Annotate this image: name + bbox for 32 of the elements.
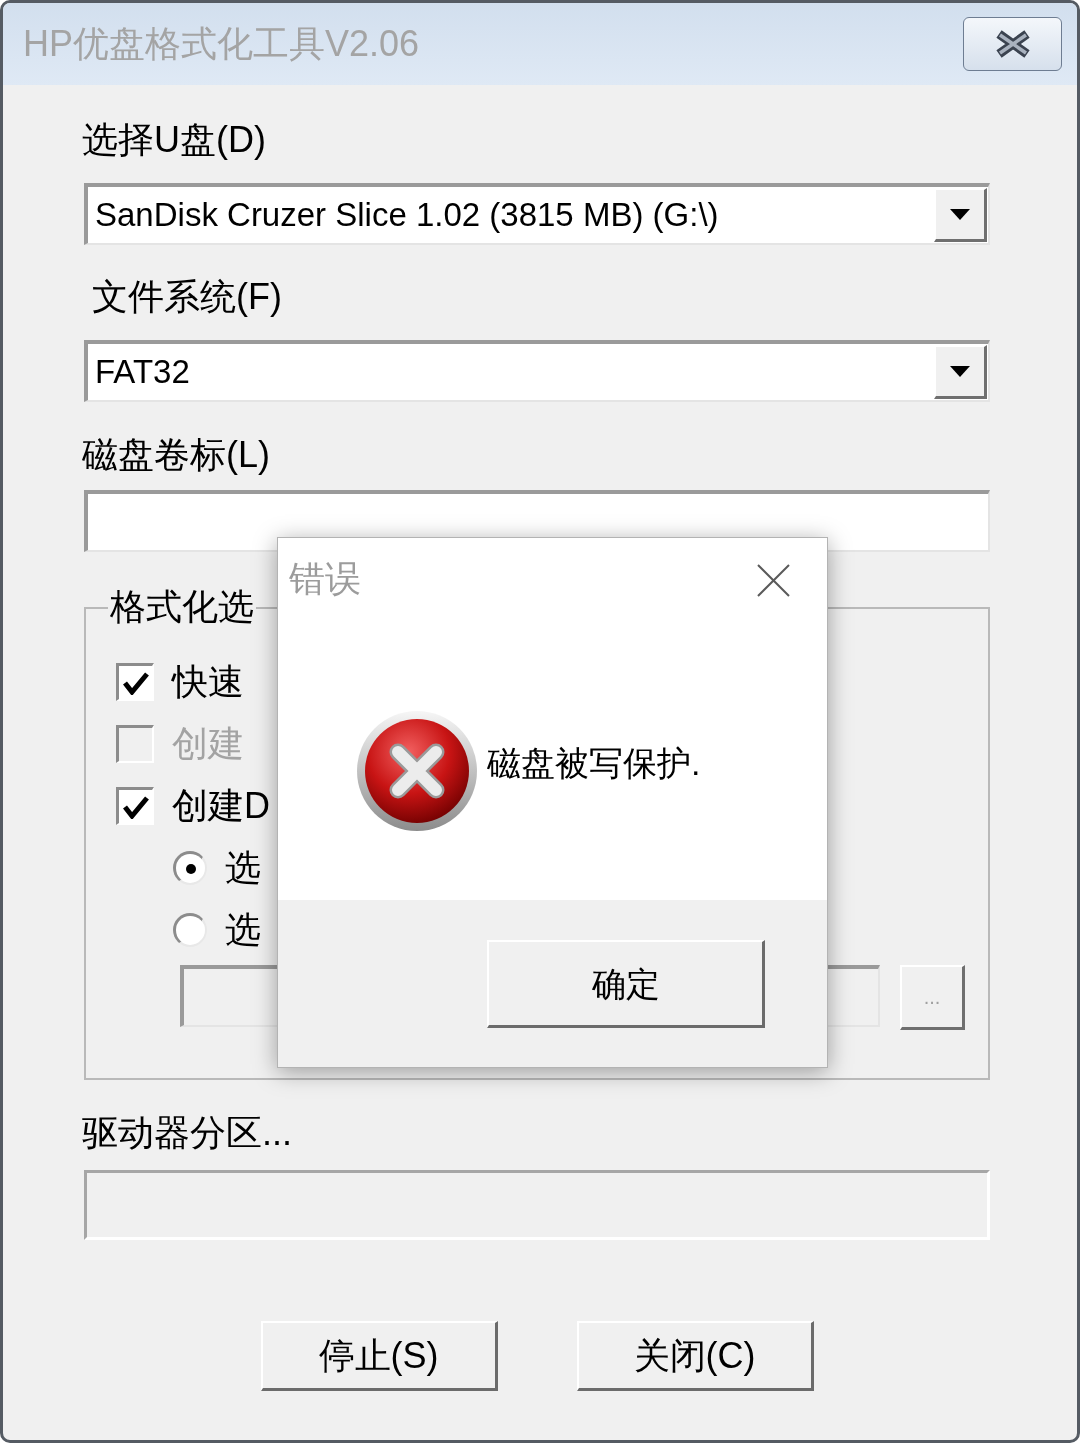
field-label: 驱动器分区... — [82, 1111, 292, 1155]
error-message: 磁盘被写保护. — [487, 743, 701, 784]
dropdown-arrow-button[interactable] — [934, 188, 987, 242]
checkbox-label: 创建 — [172, 722, 244, 766]
ok-button[interactable]: 确定 — [487, 940, 765, 1028]
dialog-button[interactable]: 关闭(C) — [576, 1321, 814, 1391]
dialog-title: 错误 — [289, 557, 361, 601]
checkbox-label: 快速 — [172, 660, 244, 704]
radio-label: 选 — [225, 846, 261, 890]
field-label: 文件系统(F) — [92, 275, 282, 319]
error-icon — [357, 711, 477, 831]
dialog-close-button[interactable] — [757, 564, 790, 597]
file-system-dropdown[interactable]: FAT32 — [84, 340, 990, 402]
checkmark-icon — [122, 794, 149, 819]
caret-down-icon — [950, 366, 970, 377]
radio-button[interactable] — [173, 913, 207, 947]
field-label: 选择U盘(D) — [82, 118, 266, 162]
window-title: HP优盘格式化工具V2.06 — [23, 22, 420, 66]
close-button[interactable] — [963, 17, 1062, 71]
checkbox[interactable] — [116, 663, 154, 701]
checkbox-label: 创建D — [172, 784, 270, 828]
drive-dropdown[interactable]: SanDisk Cruzer Slice 1.02 (3815 MB) (G:\) — [84, 183, 990, 245]
checkbox[interactable] — [116, 787, 154, 825]
checkmark-icon — [122, 670, 149, 695]
radio-label: 选 — [225, 908, 261, 952]
close-icon — [757, 564, 790, 597]
field-label: 磁盘卷标(L) — [82, 433, 270, 477]
caret-down-icon — [950, 209, 970, 220]
radio-dot-icon — [185, 863, 196, 874]
radio-button[interactable] — [173, 851, 207, 885]
dialog-button[interactable]: 停止(S) — [260, 1321, 498, 1391]
dropdown-arrow-button[interactable] — [934, 345, 987, 399]
